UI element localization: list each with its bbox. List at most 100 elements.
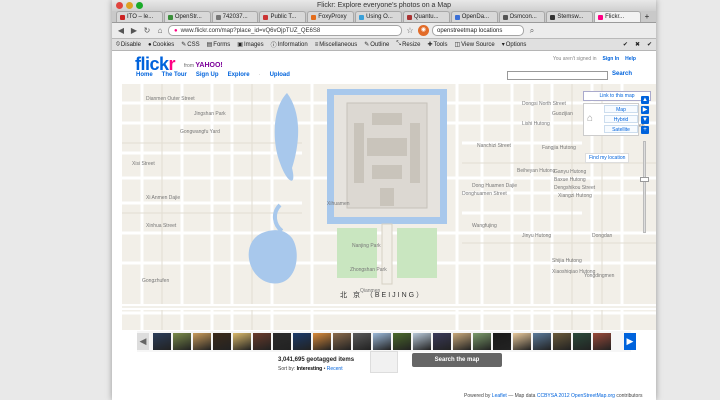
minimize-window-button[interactable] <box>126 2 133 9</box>
photo-thumbnail[interactable] <box>153 333 171 350</box>
photo-thumbnail[interactable] <box>593 333 611 350</box>
nav-upload[interactable]: Upload <box>270 72 290 78</box>
find-my-location-button[interactable]: Find my location <box>585 153 630 163</box>
site-search-input[interactable] <box>507 71 608 80</box>
photo-thumbnail[interactable] <box>453 333 471 350</box>
close-window-button[interactable] <box>116 2 123 9</box>
browser-tab[interactable]: Using O... <box>355 11 402 22</box>
pan-down-button[interactable]: ▼ <box>641 116 649 124</box>
browser-tab[interactable]: Flickr... <box>594 11 641 22</box>
photo-thumbnail[interactable] <box>373 333 391 350</box>
sort-recent-link[interactable]: Recent <box>327 366 343 372</box>
back-button[interactable]: ◀ <box>116 26 126 36</box>
strip-next-button[interactable]: ▶ <box>624 333 636 350</box>
home-icon[interactable]: ⌂ <box>155 26 165 36</box>
webdev-menu-view-source[interactable]: ◫ View Source <box>454 41 494 49</box>
webdev-menu-resize[interactable]: ⤡ Resize <box>396 41 420 48</box>
site-search-button[interactable]: Search <box>612 71 632 77</box>
reload-icon[interactable]: ↻ <box>142 26 152 36</box>
sort-interesting[interactable]: Interesting <box>297 366 323 372</box>
photo-thumbnail[interactable] <box>393 333 411 350</box>
nav-sign-up[interactable]: Sign Up <box>196 72 219 78</box>
webdev-menu-forms[interactable]: ▤ Forms <box>207 41 231 49</box>
photo-thumbnail[interactable] <box>293 333 311 350</box>
photo-thumbnail[interactable] <box>573 333 591 350</box>
webdev-menu-outline[interactable]: ✎ Outline <box>364 41 389 49</box>
browser-tab[interactable]: OpenStr... <box>163 11 211 22</box>
photo-thumbnail[interactable] <box>513 333 531 350</box>
nav-explore[interactable]: Explore <box>228 72 250 78</box>
photo-thumbnail[interactable] <box>353 333 371 350</box>
webdev-menu-options[interactable]: ▾ Options <box>502 41 527 49</box>
webdev-menu-information[interactable]: ⓘ Information <box>271 40 308 50</box>
browser-tab[interactable]: Public T... <box>259 11 307 22</box>
forward-button[interactable]: ▶ <box>129 26 139 36</box>
map-viewport[interactable]: Dianmen Outer Street Jingshan Park Donghua… <box>122 83 656 330</box>
browser-tab[interactable]: OpenDa... <box>450 11 498 22</box>
browser-tab[interactable]: ITO – le... <box>116 11 163 22</box>
pan-right-button[interactable]: ▶ <box>641 106 649 114</box>
photo-thumbnail[interactable] <box>473 333 491 350</box>
checkmark-icon[interactable]: ✔ <box>647 41 652 48</box>
photo-thumbnail[interactable] <box>493 333 511 350</box>
osm-link[interactable]: OpenStreetMap.org <box>571 393 615 399</box>
check-icon[interactable]: ✔ <box>623 41 628 48</box>
leaflet-link[interactable]: Leaflet <box>492 393 507 399</box>
license-link[interactable]: CCBYSA 2012 <box>537 393 570 399</box>
map-street-label: Donghuamen Street <box>462 191 507 197</box>
help-link[interactable]: Help <box>625 56 636 62</box>
webdev-menu-tools[interactable]: ✚ Tools <box>427 41 447 49</box>
photo-thumbnail[interactable] <box>333 333 351 350</box>
photo-thumbnail[interactable] <box>233 333 251 350</box>
bookmark-star-icon[interactable]: ☆ <box>405 26 415 36</box>
webdev-menu-cookies[interactable]: ● Cookies <box>148 42 174 48</box>
strip-prev-button[interactable]: ◀ <box>137 333 149 350</box>
browser-tab[interactable]: FoxyProxy <box>307 11 355 22</box>
photo-thumbnail[interactable] <box>173 333 191 350</box>
close-icon[interactable]: ✖ <box>635 41 640 48</box>
browser-search-field[interactable]: openstreetmap locations <box>432 25 524 36</box>
map-home-icon[interactable]: ⌂ <box>587 113 593 124</box>
zoom-slider-handle[interactable] <box>640 177 649 182</box>
search-icon[interactable]: ⌕ <box>527 26 537 36</box>
webdev-menu-css[interactable]: ✎ CSS <box>181 41 199 49</box>
zoom-slider[interactable] <box>643 141 646 233</box>
photo-thumbnail[interactable] <box>413 333 431 350</box>
photo-thumbnail[interactable] <box>273 333 291 350</box>
webdev-menu-miscellaneous[interactable]: ≡ Miscellaneous <box>315 42 358 48</box>
map-mode-satellite[interactable]: Satellite <box>604 125 638 133</box>
zoom-window-button[interactable] <box>136 2 143 9</box>
map-street-label: Dengshikou Street <box>554 185 596 191</box>
webdev-menu-images[interactable]: ▣ Images <box>237 41 263 49</box>
minimap[interactable] <box>370 351 398 373</box>
browser-tab[interactable]: Quantu... <box>402 11 450 22</box>
photo-thumbnail[interactable] <box>313 333 331 350</box>
map-street-label: Gongwangfu Yard <box>180 129 220 135</box>
sign-in-link[interactable]: Sign In <box>602 56 619 62</box>
map-mode-map[interactable]: Map <box>604 105 638 113</box>
map-mode-hybrid[interactable]: Hybrid <box>604 115 638 123</box>
addon-icon[interactable]: ◉ <box>418 25 429 36</box>
from-text: from <box>184 63 194 69</box>
photo-thumbnail[interactable] <box>433 333 451 350</box>
nav-home[interactable]: Home <box>136 72 153 78</box>
sort-prefix: Sort by: <box>278 366 296 372</box>
browser-tab[interactable]: 742037... <box>211 11 259 22</box>
search-the-map-button[interactable]: Search the map <box>412 353 502 367</box>
zoom-in-button[interactable]: + <box>641 126 649 134</box>
browser-tab[interactable]: Osmcon... <box>498 11 546 22</box>
map-street-label: Gongzhufen <box>142 278 170 284</box>
photo-thumbnail[interactable] <box>193 333 211 350</box>
new-tab-button[interactable]: + <box>642 12 652 22</box>
photo-thumbnail[interactable] <box>533 333 551 350</box>
webdev-menu-icon: ✎ <box>364 42 370 48</box>
photo-thumbnail[interactable] <box>213 333 231 350</box>
nav-the-tour[interactable]: The Tour <box>162 72 187 78</box>
browser-tab[interactable]: Stemsw... <box>546 11 594 22</box>
pan-up-button[interactable]: ▲ <box>641 96 649 104</box>
webdev-menu-disable[interactable]: ⦸ Disable <box>116 41 141 48</box>
address-field[interactable]: ● www.flickr.com/map?place_id=vQ6vOjpTUZ… <box>168 25 402 36</box>
photo-thumbnail[interactable] <box>553 333 571 350</box>
tab-label: 742037... <box>222 14 248 20</box>
photo-thumbnail[interactable] <box>253 333 271 350</box>
